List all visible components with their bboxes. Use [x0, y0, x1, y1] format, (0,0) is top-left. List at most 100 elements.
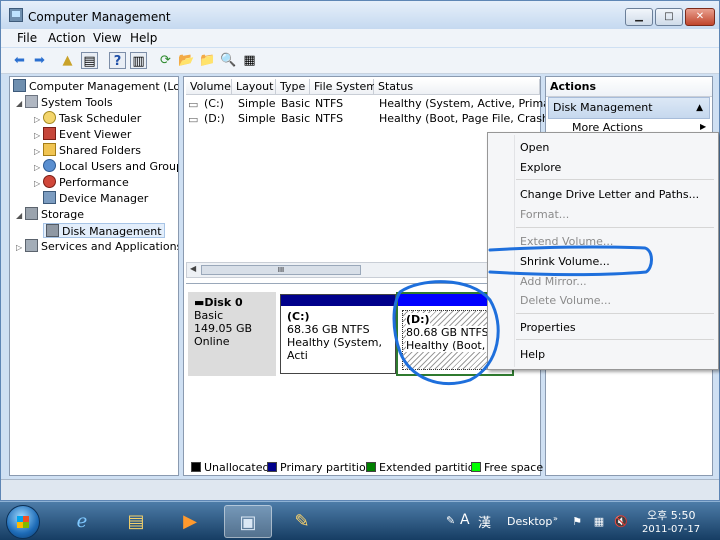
performance-icon [43, 175, 56, 188]
menu-item-shrink-volume[interactable]: Shrink Volume... [520, 255, 610, 268]
tree-item-computer-management[interactable]: Computer Management (Local [13, 79, 178, 94]
find-icon[interactable]: 🔍 [220, 52, 237, 69]
clock-time[interactable]: 오후 5:50 [647, 507, 695, 523]
tree-item-event-viewer[interactable]: ▷ Event Viewer [34, 127, 131, 142]
legend-extended: Extended partition [379, 461, 482, 474]
submenu-arrow-icon: ▶ [700, 122, 707, 131]
menu-item-help[interactable]: Help [520, 348, 545, 361]
open-folder-icon[interactable]: 📂 [178, 52, 195, 69]
collapsed-triangle-icon[interactable]: ▷ [34, 128, 43, 143]
disk-management-icon [46, 224, 59, 237]
disk-0-info[interactable]: ▬Disk 0 Basic 149.05 GB Online [188, 292, 276, 376]
tools-icon [25, 95, 38, 108]
minimize-button[interactable]: ▁ [625, 8, 653, 26]
column-header-file-system[interactable]: File System [310, 79, 377, 95]
network-icon[interactable]: ▦ [592, 515, 606, 529]
menu-item-format[interactable]: Format... [520, 208, 569, 221]
close-button[interactable]: ✕ [685, 8, 715, 26]
action-center-flag-icon[interactable]: ⚑ [570, 515, 584, 529]
services-icon [25, 239, 38, 252]
show-hide-tree-icon[interactable]: ▤ [81, 52, 98, 69]
users-icon [43, 159, 56, 172]
partition-c-label: (C:) [287, 310, 310, 323]
media-player-icon[interactable]: ▶ [166, 505, 214, 538]
help-icon[interactable]: ? [109, 52, 126, 69]
disk-state: Online [194, 335, 230, 348]
drive-icon: ▭ [188, 98, 199, 111]
maximize-icon: □ [664, 11, 674, 22]
internet-explorer-icon[interactable]: ℯ [58, 505, 106, 538]
explorer-folder-icon[interactable]: ▤ [112, 505, 160, 538]
menu-view[interactable]: View [93, 31, 121, 45]
properties-icon[interactable]: ▦ [241, 52, 258, 69]
tree-item-services-applications[interactable]: ▷ Services and Applications [16, 239, 178, 255]
partition-c-size: 68.36 GB NTFS [287, 323, 370, 336]
actions-section-disk-management[interactable]: Disk Management ▲ [548, 97, 710, 119]
partition-c[interactable]: (C:) 68.36 GB NTFS Healthy (System, Acti [280, 294, 396, 374]
up-folder-icon[interactable]: ▲ [59, 52, 76, 69]
tree-item-local-users-groups[interactable]: ▷ Local Users and Groups [34, 159, 178, 175]
navigation-tree: Computer Management (Local ◢System Tools… [9, 76, 179, 476]
collapsed-triangle-icon[interactable]: ▷ [16, 240, 25, 255]
collapsed-triangle-icon[interactable]: ▷ [34, 144, 43, 159]
menu-separator [516, 227, 714, 228]
ime-mode-icon[interactable]: ✎ [446, 514, 455, 527]
event-viewer-icon [43, 127, 56, 140]
open-icon[interactable]: 📁 [199, 52, 216, 69]
expanded-triangle-icon[interactable]: ◢ [16, 96, 25, 111]
menu-file[interactable]: File [17, 31, 37, 45]
menu-item-delete-volume[interactable]: Delete Volume... [520, 294, 611, 307]
column-header-status[interactable]: Status [374, 79, 540, 95]
menu-bar: File Action View Help [1, 29, 719, 47]
ime-hanja[interactable]: 漢 [478, 512, 491, 531]
paint-icon[interactable]: ✎ [278, 505, 326, 538]
close-icon: ✕ [695, 11, 705, 22]
toolbar-expand-icon[interactable]: » [553, 514, 558, 523]
scroll-left-icon[interactable]: ◀ [190, 264, 196, 273]
refresh-icon[interactable]: ⟳ [157, 52, 174, 69]
menu-item-open[interactable]: Open [520, 141, 549, 154]
tree-item-system-tools[interactable]: ◢ System Tools [16, 95, 113, 110]
menu-item-change-drive-letter[interactable]: Change Drive Letter and Paths... [520, 188, 699, 201]
computer-management-task-icon[interactable]: ▣ [224, 505, 272, 538]
menu-separator [516, 339, 714, 340]
desktop-toolbar-label[interactable]: Desktop [507, 515, 552, 528]
tree-item-shared-folders[interactable]: ▷ Shared Folders [34, 143, 141, 158]
storage-icon [25, 207, 38, 220]
collapsed-triangle-icon[interactable]: ▷ [34, 112, 43, 127]
primary-partition-bar [281, 295, 395, 306]
collapsed-triangle-icon[interactable]: ▷ [34, 160, 43, 175]
tree-item-storage[interactable]: ◢ Storage [16, 207, 84, 222]
scrollbar-thumb[interactable]: III [201, 265, 361, 275]
menu-item-add-mirror[interactable]: Add Mirror... [520, 275, 587, 288]
maximize-button[interactable]: □ [655, 8, 683, 26]
disk-kind: Basic [194, 309, 224, 322]
volume-muted-icon[interactable]: 🔇 [614, 515, 628, 529]
column-header-layout[interactable]: Layout [232, 79, 276, 95]
column-header-type[interactable]: Type [276, 79, 310, 95]
menu-item-extend-volume[interactable]: Extend Volume... [520, 235, 613, 248]
menu-help[interactable]: Help [130, 31, 157, 45]
forward-icon[interactable]: ➡ [31, 52, 48, 69]
back-icon[interactable]: ⬅ [11, 52, 28, 69]
ime-a[interactable]: A [460, 512, 470, 528]
tree-item-task-scheduler[interactable]: ▷ Task Scheduler [34, 111, 141, 126]
context-menu: Open Explore Change Drive Letter and Pat… [487, 132, 719, 370]
title-bar[interactable]: Computer Management ▁ □ ✕ [1, 1, 719, 29]
show-hide-action-pane-icon[interactable]: ▥ [130, 52, 147, 69]
menu-item-properties[interactable]: Properties [520, 321, 576, 334]
toolbar: ⬅ ➡ ▲ ▤ ? ▥ ⟳ 📂 📁 🔍 ▦ [1, 48, 719, 74]
column-header-volume[interactable]: Volume [186, 79, 232, 95]
legend-primary: Primary partition [280, 461, 373, 474]
clock-date[interactable]: 2011-07-17 [642, 524, 700, 535]
tree-item-disk-management[interactable]: Disk Management [43, 223, 165, 238]
disk-icon: ▬ [194, 296, 205, 309]
menu-action[interactable]: Action [48, 31, 86, 45]
expanded-triangle-icon[interactable]: ◢ [16, 208, 25, 223]
collapsed-triangle-icon[interactable]: ▷ [34, 176, 43, 191]
tree-item-device-manager[interactable]: Device Manager [43, 191, 148, 206]
tree-item-performance[interactable]: ▷ Performance [34, 175, 129, 190]
horizontal-scrollbar[interactable]: ◀ III [186, 262, 538, 278]
menu-item-explore[interactable]: Explore [520, 161, 561, 174]
start-button[interactable] [6, 505, 40, 539]
